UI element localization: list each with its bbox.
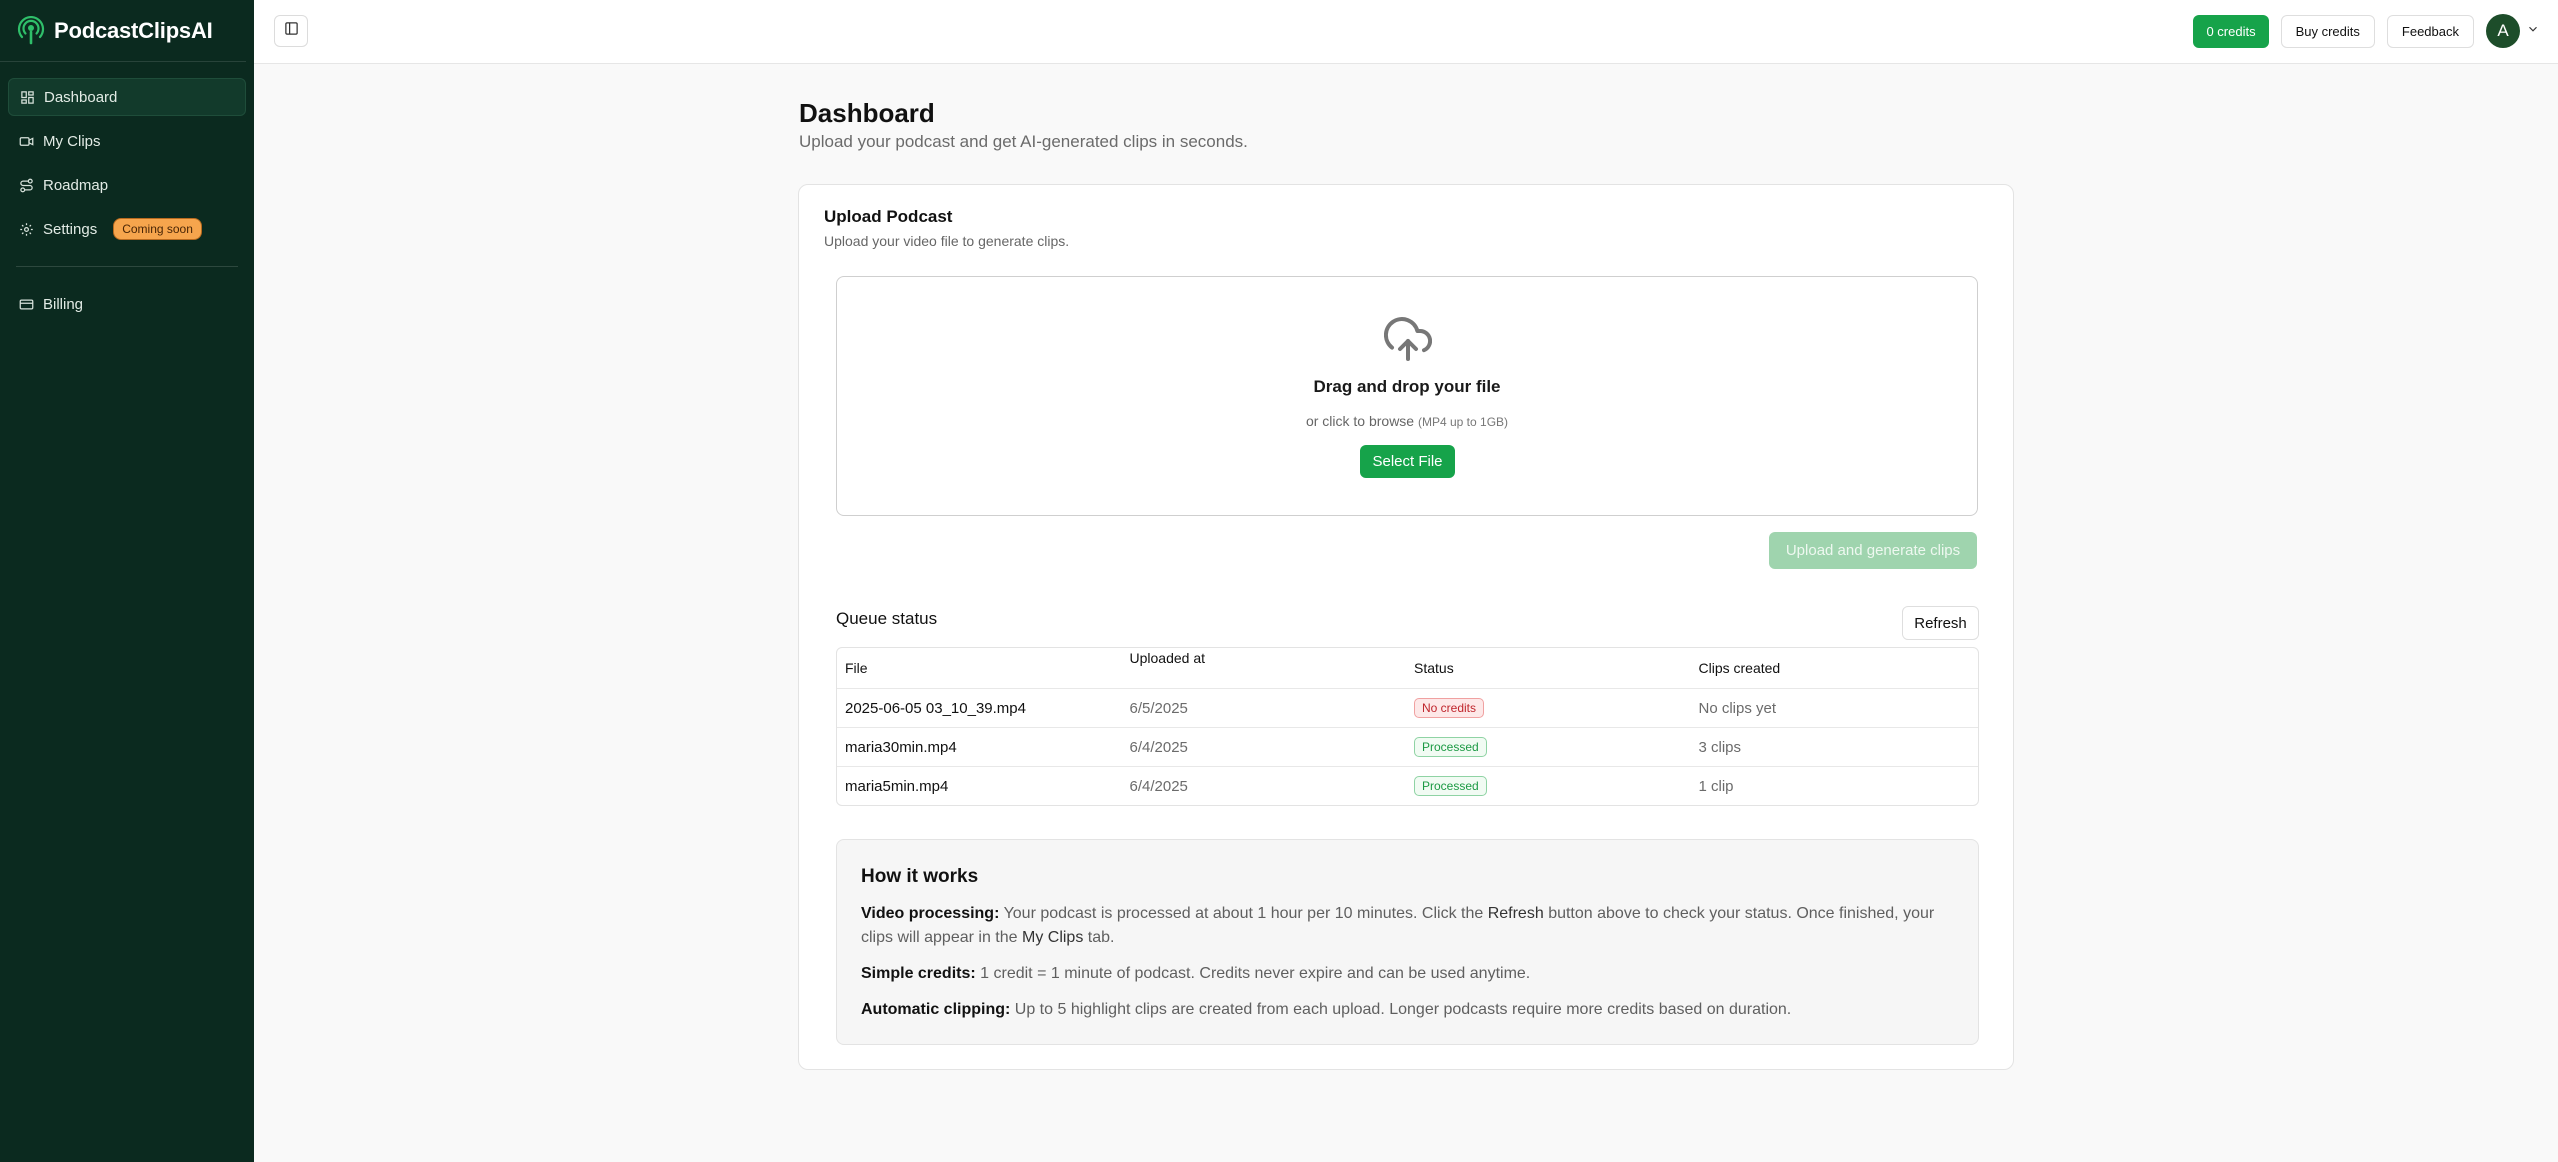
how-automatic-clipping: Automatic clipping: Up to 5 highlight cl…: [861, 998, 1951, 1022]
header-actions: 0 credits Buy credits Feedback A: [2193, 14, 2540, 48]
sidebar-divider: [16, 266, 238, 267]
status-badge: No credits: [1414, 698, 1485, 718]
clips-cell: No clips yet: [1698, 699, 1777, 717]
sidebar-toggle-button[interactable]: [274, 15, 308, 47]
how-label: Automatic clipping:: [861, 1001, 1011, 1018]
sidebar: PodcastClipsAI Dashboard My Clips Roadma…: [0, 0, 254, 1162]
file-dropzone[interactable]: Drag and drop your file or click to brow…: [836, 276, 1978, 516]
sidebar-item-roadmap[interactable]: Roadmap: [8, 166, 246, 204]
sidebar-item-my-clips[interactable]: My Clips: [8, 122, 246, 160]
how-text: Up to 5 highlight clips are created from…: [1014, 1001, 1792, 1018]
sidebar-item-label: Settings: [43, 220, 98, 238]
how-text: 1 credit = 1 minute of podcast. Credits …: [980, 965, 1531, 982]
credits-button[interactable]: 0 credits: [2193, 14, 2269, 48]
how-simple-credits: Simple credits: 1 credit = 1 minute of p…: [861, 962, 1951, 986]
status-cell: Processed: [1406, 737, 1691, 757]
roadmap-icon: [18, 177, 34, 193]
status-badge: Processed: [1414, 776, 1487, 796]
upload-generate-button[interactable]: Upload and generate clips: [1769, 532, 1977, 569]
main-content: Dashboard Upload your podcast and get AI…: [254, 64, 2558, 1162]
dropzone-title: Drag and drop your file: [1313, 377, 1501, 396]
coming-soon-badge: Coming soon: [113, 218, 202, 240]
page-title: Dashboard: [799, 98, 935, 128]
buy-credits-button[interactable]: Buy credits: [2280, 14, 2375, 48]
column-header: Status: [1414, 660, 1454, 676]
how-it-works-title: How it works: [861, 866, 979, 887]
dropzone-hint: (MP4 up to 1GB): [1418, 415, 1509, 429]
file-cell: maria30min.mp4: [845, 738, 957, 756]
queue-title: Queue status: [836, 609, 938, 628]
queue-table: File Uploaded at Status Clips created 20…: [836, 647, 1979, 806]
clips-cell: 3 clips: [1698, 738, 1742, 756]
brand[interactable]: PodcastClipsAI: [0, 0, 246, 62]
table-row[interactable]: maria30min.mp4 6/4/2025 Processed 3 clip…: [837, 727, 1978, 766]
how-highlight: My Clips: [1021, 929, 1084, 946]
select-file-button[interactable]: Select File: [1360, 445, 1455, 478]
clips-cell: 1 clip: [1698, 777, 1734, 795]
panel-left-icon: [284, 21, 299, 41]
refresh-button[interactable]: Refresh: [1902, 606, 1979, 640]
upload-card: Upload Podcast Upload your video file to…: [798, 184, 2014, 1070]
avatar[interactable]: A: [2486, 14, 2520, 48]
how-text: tab.: [1087, 929, 1115, 946]
status-cell: No credits: [1406, 698, 1691, 718]
top-header: 0 credits Buy credits Feedback A: [254, 0, 2558, 64]
sidebar-item-label: My Clips: [43, 132, 101, 150]
dashboard-icon: [19, 89, 35, 105]
page-subtitle: Upload your podcast and get AI-generated…: [799, 132, 1248, 151]
dropzone-browse-text: or click to browse: [1305, 413, 1415, 429]
uploaded-cell: 6/4/2025: [1129, 738, 1188, 756]
file-cell: maria5min.mp4: [845, 777, 949, 795]
column-header: File: [845, 660, 868, 676]
sidebar-item-billing[interactable]: Billing: [8, 285, 246, 323]
chevron-down-icon[interactable]: [2526, 22, 2540, 41]
gear-icon: [18, 221, 34, 237]
brand-name: PodcastClipsAI: [54, 17, 213, 43]
podcast-logo-icon: [16, 15, 46, 46]
column-header: Uploaded at: [1129, 650, 1206, 666]
uploaded-cell: 6/5/2025: [1129, 699, 1188, 717]
status-cell: Processed: [1406, 776, 1691, 796]
table-row[interactable]: 2025-06-05 03_10_39.mp4 6/5/2025 No cred…: [837, 688, 1978, 727]
credit-card-icon: [18, 296, 34, 312]
column-header: Clips created: [1698, 660, 1781, 676]
sidebar-item-label: Dashboard: [44, 88, 118, 106]
uploaded-cell: 6/4/2025: [1129, 777, 1188, 795]
sidebar-item-settings[interactable]: Settings Coming soon: [8, 210, 246, 248]
how-text: Your podcast is processed at about 1 hou…: [1003, 905, 1484, 922]
dropzone-subtitle: or click to browse (MP4 up to 1GB): [837, 413, 1977, 429]
sidebar-item-dashboard[interactable]: Dashboard: [8, 78, 246, 116]
upload-card-subtitle: Upload your video file to generate clips…: [824, 233, 1070, 249]
feedback-button[interactable]: Feedback: [2386, 14, 2474, 48]
video-icon: [18, 133, 34, 149]
how-video-processing: Video processing: Your podcast is proces…: [861, 902, 1951, 950]
how-label: Video processing:: [861, 905, 1000, 922]
sidebar-item-label: Roadmap: [43, 176, 109, 194]
status-badge: Processed: [1414, 737, 1487, 757]
cloud-upload-icon: [1383, 317, 1433, 365]
how-it-works-panel: How it works Video processing: Your podc…: [836, 839, 1979, 1045]
sidebar-nav: Dashboard My Clips Roadmap Settings Comi…: [0, 62, 254, 323]
how-highlight: Refresh: [1487, 905, 1544, 922]
file-cell: 2025-06-05 03_10_39.mp4: [845, 699, 1026, 717]
table-row[interactable]: maria5min.mp4 6/4/2025 Processed 1 clip: [837, 766, 1978, 805]
table-header-row: File Uploaded at Status Clips created: [837, 648, 1978, 688]
sidebar-item-label: Billing: [43, 295, 84, 313]
upload-card-title: Upload Podcast: [824, 207, 953, 226]
how-label: Simple credits:: [861, 965, 976, 982]
